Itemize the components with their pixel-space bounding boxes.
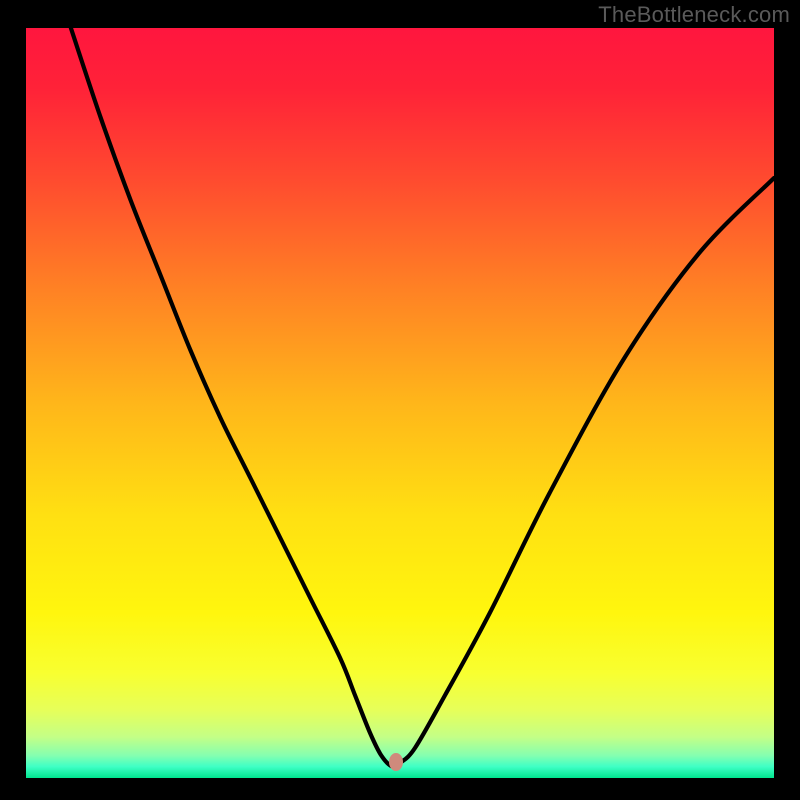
bottleneck-curve [26, 28, 774, 778]
watermark-text: TheBottleneck.com [598, 2, 790, 28]
curve-minimum-marker [389, 753, 403, 771]
plot-area [26, 28, 774, 778]
chart-frame: TheBottleneck.com [0, 0, 800, 800]
